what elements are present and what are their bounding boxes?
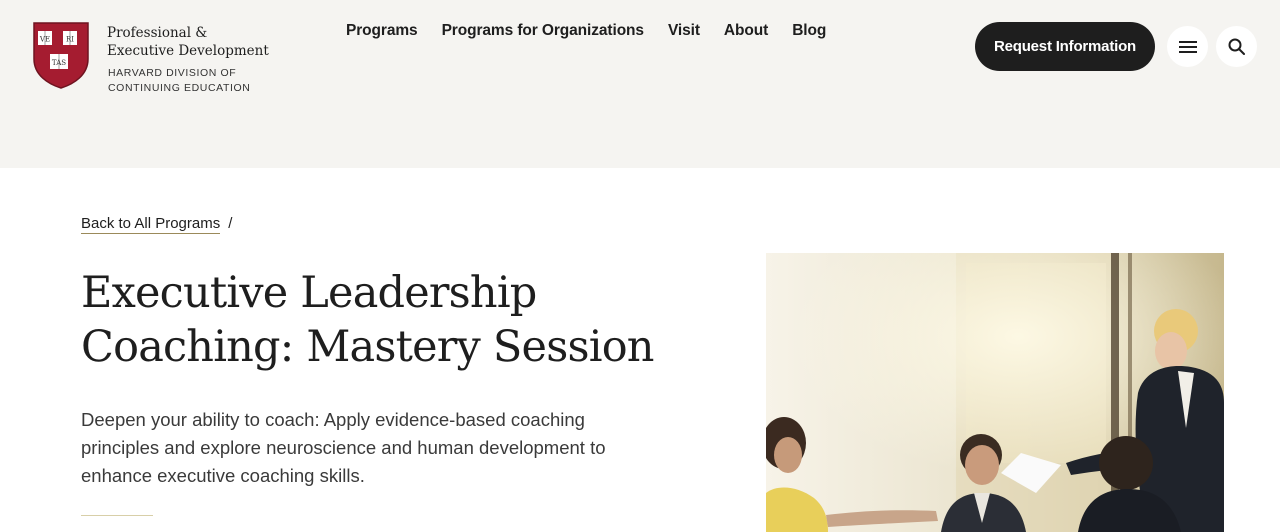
nav-item-blog[interactable]: Blog — [792, 22, 826, 40]
search-icon — [1228, 38, 1245, 55]
nav-item-programs-for-organizations[interactable]: Programs for Organizations — [442, 22, 644, 40]
menu-button[interactable] — [1167, 26, 1208, 67]
nav-item-visit[interactable]: Visit — [668, 22, 700, 40]
program-description: Deepen your ability to coach: Apply evid… — [81, 409, 606, 486]
page-title: Executive Leadership Coaching: Mastery S… — [81, 268, 654, 372]
search-button[interactable] — [1216, 26, 1257, 67]
hamburger-menu-icon — [1178, 40, 1197, 53]
program-hero-image — [766, 253, 1224, 532]
shield-text-ve: VE — [39, 36, 50, 44]
request-information-button[interactable]: Request Information — [975, 22, 1155, 71]
shield-text-ri: RI — [66, 36, 74, 44]
brand-subtitle: HARVARD DIVISION OF CONTINUING EDUCATION — [108, 67, 251, 94]
accent-divider — [81, 515, 153, 516]
harvard-shield-logo[interactable]: VE RI TAS — [32, 21, 90, 89]
nav-item-programs[interactable]: Programs — [346, 22, 418, 40]
nav-item-about[interactable]: About — [724, 22, 768, 40]
back-to-all-programs-link[interactable]: Back to All Programs — [81, 215, 221, 234]
coaching-meeting-photo — [766, 253, 1224, 532]
main-nav: Programs Programs for Organizations Visi… — [346, 22, 850, 40]
breadcrumb-separator: / — [228, 215, 233, 232]
site-header: VE RI TAS Professional & Executive Devel… — [0, 0, 1280, 168]
shield-text-tas: TAS — [52, 59, 66, 67]
brand-title[interactable]: Professional & Executive Development — [107, 24, 277, 60]
breadcrumb: Back to All Programs / — [81, 215, 232, 234]
